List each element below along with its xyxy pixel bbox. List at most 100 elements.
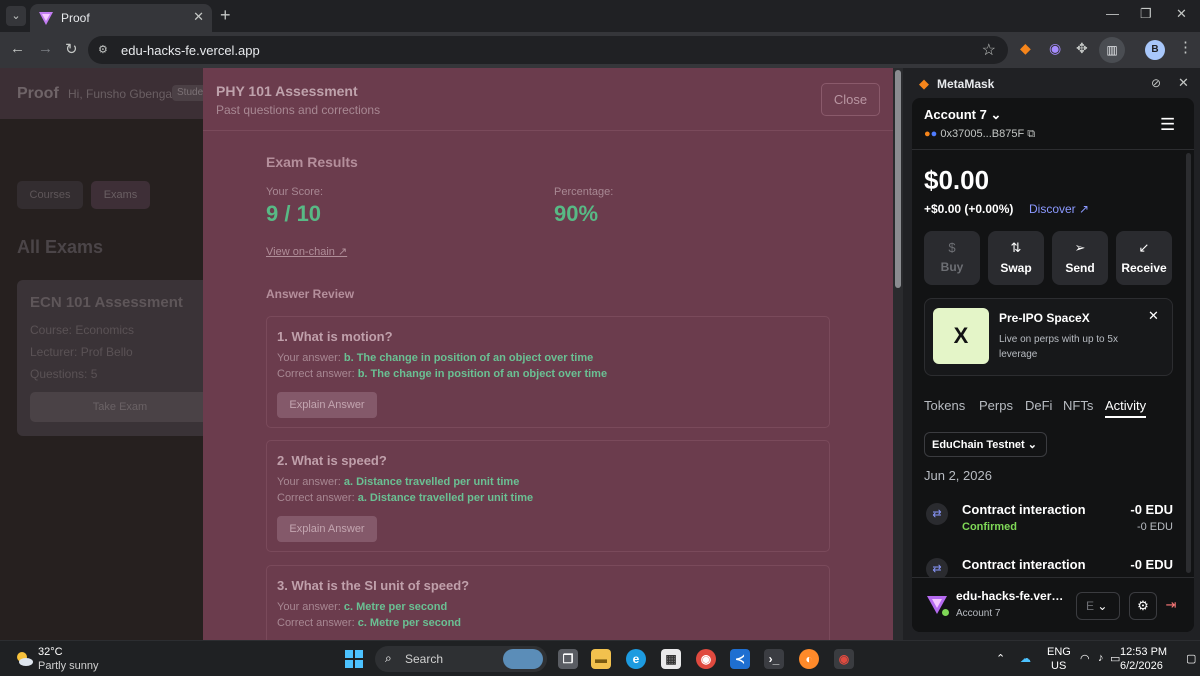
your-answer-row: Your answer: c. Metre per second bbox=[277, 601, 447, 613]
transaction-title[interactable]: Contract interaction bbox=[962, 557, 1086, 572]
tray-chevron-up-icon[interactable]: ⌃ bbox=[996, 652, 1005, 665]
correct-answer-label: Correct answer: bbox=[277, 617, 355, 629]
weather-temperature[interactable]: 32°C bbox=[38, 646, 63, 658]
reload-icon[interactable]: ↻ bbox=[65, 40, 78, 58]
disconnect-icon[interactable]: ⇥ bbox=[1157, 592, 1185, 620]
results-modal: PHY 101 Assessment Past questions and co… bbox=[203, 68, 893, 640]
search-icon: ⌕ bbox=[385, 651, 392, 665]
hamburger-menu-icon[interactable]: ☰ bbox=[1160, 115, 1175, 135]
account-address-row[interactable]: ●● 0x37005...B875F ⧉ bbox=[924, 128, 1035, 141]
tab-tokens[interactable]: Tokens bbox=[924, 398, 965, 413]
chrome-icon[interactable]: ◉ bbox=[696, 649, 716, 669]
language-indicator[interactable]: ENG bbox=[1047, 646, 1071, 658]
windows-taskbar: 32°C Partly sunny ⌕ Search ❐ ▬ e ▦ ◉ ≺ ›… bbox=[0, 640, 1200, 676]
tab-defi[interactable]: DeFi bbox=[1025, 398, 1052, 413]
copy-icon[interactable]: ⧉ bbox=[1027, 128, 1035, 140]
promo-banner[interactable]: X Pre-IPO SpaceX Live on perps with up t… bbox=[924, 298, 1173, 376]
window-minimize-button[interactable]: — bbox=[1106, 6, 1119, 21]
nav-exams-button[interactable]: Exams bbox=[91, 181, 150, 209]
extension-icon[interactable]: ◉ bbox=[1049, 40, 1061, 57]
file-explorer-icon[interactable]: ▬ bbox=[591, 649, 611, 669]
transaction-status: Confirmed bbox=[962, 521, 1017, 533]
volume-icon[interactable]: ♪ bbox=[1098, 652, 1104, 664]
chevron-down-icon: ⌄ bbox=[1027, 439, 1037, 451]
notifications-icon[interactable]: ▢ bbox=[1186, 652, 1196, 665]
settings-gear-icon[interactable]: ⚙ bbox=[1129, 592, 1157, 620]
promo-close-icon[interactable]: ✕ bbox=[1148, 308, 1159, 324]
onedrive-icon[interactable]: ☁ bbox=[1020, 652, 1031, 665]
tab-perps[interactable]: Perps bbox=[979, 398, 1013, 413]
transaction-title[interactable]: Contract interaction bbox=[962, 502, 1086, 517]
url-text[interactable]: edu-hacks-fe.vercel.app bbox=[121, 43, 260, 58]
contract-interaction-icon: ⇄ bbox=[926, 503, 948, 525]
discover-link[interactable]: Discover ↗ bbox=[1029, 202, 1089, 216]
account-selector[interactable]: Account 7 ⌄ bbox=[924, 107, 1001, 123]
side-panel-title: MetaMask bbox=[937, 77, 995, 91]
tab-activity[interactable]: Activity bbox=[1105, 398, 1147, 418]
partly-sunny-icon[interactable] bbox=[14, 649, 34, 669]
taskbar-search-placeholder: Search bbox=[405, 652, 444, 666]
metamask-extension-icon[interactable]: ◆ bbox=[1020, 40, 1031, 57]
microsoft-store-icon[interactable]: ▦ bbox=[661, 649, 681, 669]
browser-menu-icon[interactable]: ⋮ bbox=[1178, 38, 1193, 56]
receive-label: Receive bbox=[1121, 261, 1167, 275]
back-arrow-icon[interactable]: ← bbox=[10, 40, 25, 57]
tab-close-icon[interactable]: ✕ bbox=[193, 9, 204, 25]
app-logo[interactable]: Proof bbox=[17, 85, 59, 103]
side-panel-close-icon[interactable]: ✕ bbox=[1178, 75, 1189, 91]
your-answer-row: Your answer: b. The change in position o… bbox=[277, 352, 593, 364]
taskbar-search-box[interactable]: ⌕ Search bbox=[375, 646, 547, 672]
close-modal-button[interactable]: Close bbox=[821, 83, 880, 116]
correct-answer-label: Correct answer: bbox=[277, 492, 355, 504]
windows-start-icon[interactable] bbox=[345, 650, 363, 668]
wallet-scrollbar[interactable] bbox=[1186, 153, 1191, 573]
page-scrollbar-thumb[interactable] bbox=[895, 70, 901, 288]
profile-avatar[interactable]: B bbox=[1145, 40, 1165, 60]
discover-label: Discover bbox=[1029, 202, 1076, 216]
tab-nfts[interactable]: NFTs bbox=[1063, 398, 1093, 413]
clock-date[interactable]: 6/2/2026 bbox=[1120, 660, 1163, 672]
terminal-icon[interactable]: ›_ bbox=[764, 649, 784, 669]
battery-icon[interactable]: ▭ bbox=[1110, 652, 1120, 665]
buy-button[interactable]: $ Buy bbox=[924, 231, 980, 285]
edge-browser-icon[interactable]: e bbox=[626, 649, 646, 669]
tab-search-dropdown-icon[interactable]: ⌄ bbox=[6, 6, 26, 26]
proof-favicon-icon bbox=[39, 12, 53, 25]
side-panel-icon[interactable]: ▥ bbox=[1099, 37, 1125, 63]
your-answer-label: Your answer: bbox=[277, 601, 341, 613]
browser-tab-proof[interactable]: Proof ✕ bbox=[30, 4, 212, 32]
firefox-icon[interactable]: ◐ bbox=[799, 649, 819, 669]
receive-button[interactable]: ↙ Receive bbox=[1116, 231, 1172, 285]
wifi-icon[interactable]: ◠ bbox=[1080, 652, 1090, 665]
divider bbox=[912, 149, 1194, 150]
question-card: 3. What is the SI unit of speed? Your an… bbox=[266, 565, 830, 640]
bookmark-star-icon[interactable]: ☆ bbox=[982, 40, 996, 60]
explain-answer-button[interactable]: Explain Answer bbox=[277, 392, 377, 418]
send-button[interactable]: ➢ Send bbox=[1052, 231, 1108, 285]
site-info-icon[interactable]: ⚙ bbox=[98, 43, 108, 56]
task-view-icon[interactable]: ❐ bbox=[558, 649, 578, 669]
extensions-puzzle-icon[interactable]: ✥ bbox=[1076, 40, 1088, 57]
network-filter-dropdown[interactable]: EduChain Testnet ⌄ bbox=[924, 432, 1047, 457]
new-tab-button[interactable]: + bbox=[220, 5, 231, 26]
chrome-active-icon[interactable]: ◉ bbox=[834, 649, 854, 669]
window-maximize-button[interactable]: ❐ bbox=[1140, 6, 1152, 22]
buy-label: Buy bbox=[940, 260, 964, 274]
footer-network-select[interactable]: E ⌄ bbox=[1076, 592, 1120, 620]
swap-arrows-icon: ⇅ bbox=[1010, 240, 1022, 255]
explain-answer-button[interactable]: Explain Answer bbox=[277, 516, 377, 542]
region-indicator[interactable]: US bbox=[1051, 660, 1066, 672]
unpin-icon[interactable]: ⊘ bbox=[1151, 76, 1161, 90]
window-close-button[interactable]: ✕ bbox=[1176, 6, 1187, 22]
take-exam-button[interactable]: Take Exam bbox=[30, 392, 210, 422]
weather-description[interactable]: Partly sunny bbox=[38, 660, 99, 672]
vscode-icon[interactable]: ≺ bbox=[730, 649, 750, 669]
address-bar[interactable]: ⚙ edu-hacks-fe.vercel.app ☆ bbox=[88, 36, 1008, 64]
view-on-chain-link[interactable]: View on-chain ↗ bbox=[266, 245, 347, 258]
swap-button[interactable]: ⇅ Swap bbox=[988, 231, 1044, 285]
nav-courses-button[interactable]: Courses bbox=[17, 181, 83, 209]
clock-time[interactable]: 12:53 PM bbox=[1120, 646, 1167, 658]
modal-title: PHY 101 Assessment bbox=[216, 83, 358, 99]
forward-arrow-icon[interactable]: → bbox=[38, 40, 53, 57]
modal-header: PHY 101 Assessment Past questions and co… bbox=[203, 68, 893, 131]
